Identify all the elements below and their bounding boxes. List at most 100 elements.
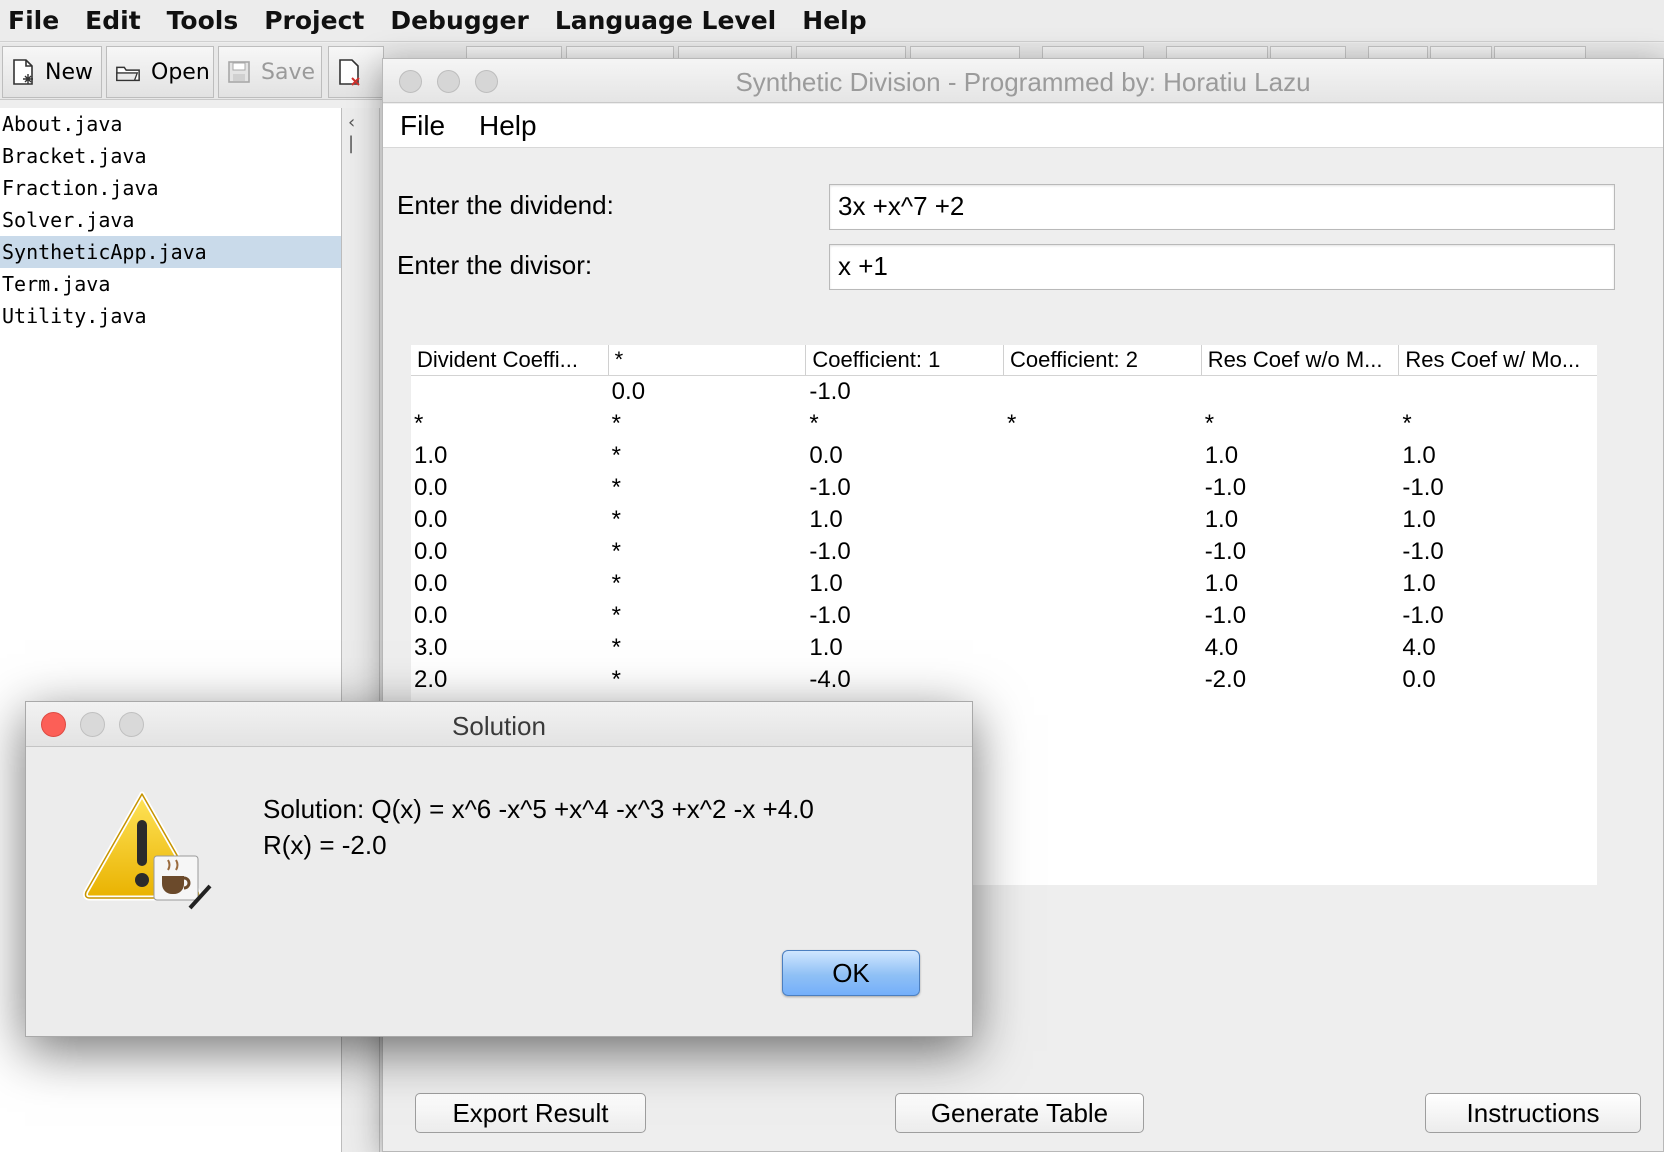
- instructions-button[interactable]: Instructions: [1425, 1093, 1641, 1133]
- app-menu-file[interactable]: File: [400, 110, 445, 142]
- table-cell: *: [1204, 410, 1215, 437]
- save-button[interactable]: Save: [218, 46, 322, 98]
- table-row[interactable]: 0.0 * -1.0 -1.0 -1.0: [411, 536, 1597, 568]
- menu-file[interactable]: File: [8, 6, 59, 35]
- new-label: New: [45, 59, 93, 85]
- table-cell: -1.0: [1402, 474, 1444, 501]
- file-item-term[interactable]: Term.java: [0, 268, 341, 300]
- solution-message: Solution: Q(x) = x^6 -x^5 +x^4 -x^3 +x^2…: [263, 794, 814, 824]
- file-item-about[interactable]: About.java: [0, 108, 341, 140]
- column-header[interactable]: Res Coef w/o M...: [1202, 345, 1400, 375]
- table-cell: [1004, 536, 1202, 568]
- table-cell: *: [611, 634, 622, 661]
- table-cell: -4.0: [809, 666, 851, 693]
- table-cell: *: [611, 570, 622, 597]
- open-button[interactable]: Open: [106, 46, 214, 98]
- ide-menubar: File Edit Tools Project Debugger Languag…: [0, 0, 1664, 42]
- table-header: Divident Coeffi... * Coefficient: 1 Coef…: [411, 345, 1597, 376]
- table-cell: 1.0: [809, 634, 843, 661]
- table-cell: [411, 376, 609, 408]
- table-cell: 0.0: [414, 474, 448, 501]
- dividend-label: Enter the dividend:: [397, 190, 614, 220]
- open-label: Open: [151, 59, 210, 85]
- table-cell: -1.0: [1402, 538, 1444, 565]
- export-result-button[interactable]: Export Result: [415, 1093, 646, 1133]
- file-item-solver[interactable]: Solver.java: [0, 204, 341, 236]
- table-cell: [1004, 632, 1202, 664]
- table-cell: [1004, 664, 1202, 696]
- menu-project[interactable]: Project: [264, 6, 364, 35]
- open-folder-icon: [115, 58, 141, 86]
- table-cell: *: [611, 442, 622, 469]
- table-cell: 0.0: [1402, 666, 1436, 693]
- table-cell: *: [611, 474, 622, 501]
- menu-language-level[interactable]: Language Level: [555, 6, 776, 35]
- table-cell: *: [414, 410, 424, 437]
- file-item-bracket[interactable]: Bracket.java: [0, 140, 341, 172]
- column-header[interactable]: Divident Coeffi...: [411, 345, 609, 375]
- table-cell: 0.0: [414, 506, 448, 533]
- table-cell: [1004, 504, 1202, 536]
- table-row[interactable]: 0.0 * 1.0 1.0 1.0: [411, 568, 1597, 600]
- table-cell: 2.0: [414, 666, 448, 693]
- table-cell: 3.0: [414, 634, 448, 661]
- table-cell: 1.0: [414, 442, 448, 469]
- menu-help[interactable]: Help: [802, 6, 866, 35]
- app-menu-help[interactable]: Help: [479, 110, 537, 142]
- table-cell: [1004, 472, 1202, 504]
- table-row[interactable]: 3.0 * 1.0 4.0 4.0: [411, 632, 1597, 664]
- table-cell: *: [611, 602, 622, 629]
- table-cell: *: [1402, 410, 1412, 437]
- save-label: Save: [261, 59, 316, 85]
- column-header[interactable]: *: [609, 345, 807, 375]
- table-cell: *: [1007, 410, 1017, 437]
- table-cell: 0.0: [414, 570, 448, 597]
- dialog-titlebar[interactable]: Solution: [26, 702, 972, 747]
- table-row[interactable]: 0.0 * -1.0 -1.0 -1.0: [411, 472, 1597, 504]
- table-cell: 1.0: [809, 570, 843, 597]
- table-cell: 0.0: [414, 602, 448, 629]
- table-cell: 1.0: [809, 506, 843, 533]
- divider-grip-icon: ‹ |: [348, 112, 356, 154]
- table-cell: 0.0: [414, 538, 448, 565]
- table-cell: *: [611, 538, 622, 565]
- column-header[interactable]: Coefficient: 2: [1004, 345, 1202, 375]
- menu-tools[interactable]: Tools: [167, 6, 239, 35]
- table-row[interactable]: 0.0 * 1.0 1.0 1.0: [411, 504, 1597, 536]
- table-cell: [1202, 376, 1400, 408]
- app-titlebar[interactable]: Synthetic Division - Programmed by: Hora…: [383, 59, 1663, 103]
- table-cell: 0.0: [611, 378, 646, 405]
- table-row[interactable]: * * * * * *: [411, 408, 1597, 440]
- menu-edit[interactable]: Edit: [85, 6, 141, 35]
- dividend-input[interactable]: 3x +x^7 +2: [829, 184, 1615, 230]
- table-row[interactable]: 2.0 * -4.0 -2.0 0.0: [411, 664, 1597, 696]
- table-row[interactable]: 0.0 -1.0: [411, 376, 1597, 408]
- table-cell: 1.0: [1204, 506, 1239, 533]
- file-item-syntheticapp[interactable]: SyntheticApp.java: [0, 236, 341, 268]
- table-cell: -1.0: [1402, 602, 1444, 629]
- close-file-icon: [337, 58, 363, 86]
- new-button[interactable]: New: [2, 46, 102, 98]
- table-cell: *: [611, 666, 622, 693]
- ok-button[interactable]: OK: [782, 950, 920, 996]
- table-cell: 1.0: [1402, 570, 1436, 597]
- menu-debugger[interactable]: Debugger: [390, 6, 528, 35]
- table-cell: -1.0: [1204, 538, 1247, 565]
- file-item-utility[interactable]: Utility.java: [0, 300, 341, 332]
- column-header[interactable]: Res Coef w/ Mo...: [1399, 345, 1597, 375]
- table-cell: -1.0: [809, 474, 851, 501]
- solution-dialog: Solution Solution: Q(x) = x^6 -x^5 +x^4 …: [25, 701, 973, 1037]
- table-cell: 1.0: [1402, 506, 1436, 533]
- divisor-input[interactable]: x +1: [829, 244, 1615, 290]
- file-item-fraction[interactable]: Fraction.java: [0, 172, 341, 204]
- table-cell: 0.0: [809, 442, 843, 469]
- generate-table-button[interactable]: Generate Table: [895, 1093, 1144, 1133]
- table-row[interactable]: 0.0 * -1.0 -1.0 -1.0: [411, 600, 1597, 632]
- remainder-message: R(x) = -2.0: [263, 830, 387, 860]
- table-row[interactable]: 1.0 * 0.0 1.0 1.0: [411, 440, 1597, 472]
- close-file-button[interactable]: [328, 46, 384, 98]
- column-header[interactable]: Coefficient: 1: [806, 345, 1005, 375]
- table-cell: [1004, 440, 1202, 472]
- table-cell: [1004, 568, 1202, 600]
- table-cell: -1.0: [809, 378, 851, 405]
